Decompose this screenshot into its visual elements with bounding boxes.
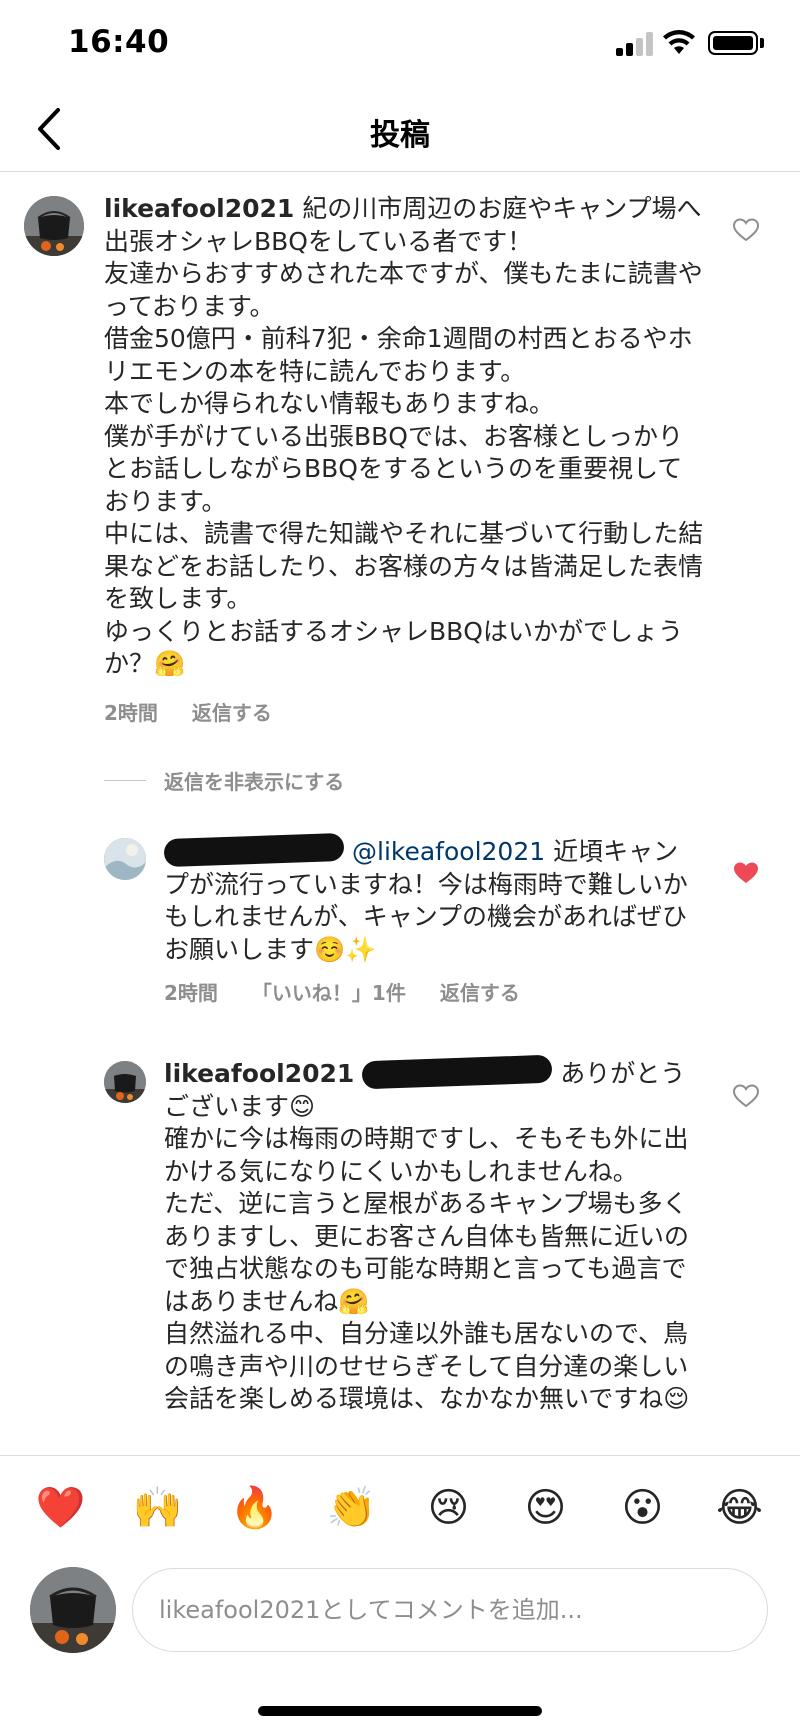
- comment-meta: 2時間 返信する: [104, 697, 272, 726]
- reply-body: likeafool2021 ありがとうございます😊 確かに今は梅雨の時期ですし、そ…: [164, 1054, 694, 1416]
- avatar[interactable]: [104, 1061, 146, 1103]
- emoji-surprised-button[interactable]: 😮: [613, 1485, 673, 1531]
- like-heart-icon[interactable]: [733, 218, 759, 242]
- page-title: 投稿: [370, 118, 430, 153]
- reply-body: @likeafool2021 近頃キャンプが流行っていますね！今は梅雨時で難しいか…: [163, 832, 694, 966]
- comment-paragraph: 借金50億円・前科7犯・余命1週間の村西とおるやホリエモンの本を特に読んでおりま…: [104, 324, 693, 386]
- emoji-clap-button[interactable]: 👏: [322, 1484, 382, 1531]
- status-bar: 16:40: [0, 0, 800, 88]
- status-time: 16:40: [68, 24, 170, 60]
- comment-paragraph: ただ、逆に言うと屋根があるキャンプ場も多くありますし、更にお客さん自体も皆無に近…: [164, 1189, 690, 1316]
- comment-meta: 2時間 「いいね！」1件 返信する: [164, 977, 520, 1006]
- liked-heart-icon[interactable]: [733, 861, 759, 885]
- wifi-icon: [663, 30, 695, 54]
- redacted-mention: [361, 1054, 553, 1090]
- avatar[interactable]: [104, 838, 146, 880]
- comment-body: likeafool2021 紀の川市周辺のお庭やキャンプ場へ出張オシャレBBQをし…: [104, 193, 704, 681]
- comment-time: 2時間: [164, 981, 218, 1005]
- comment-paragraph: 僕が手がけている出張BBQでは、お客様としっかりとお話ししながらBBQをするとい…: [104, 421, 683, 516]
- emoji-raised-hands-button[interactable]: 🙌: [128, 1484, 188, 1531]
- comment-paragraph: 確かに今は梅雨の時期ですし、そもそも外に出かける気になりにくいかもしれませんね。: [164, 1124, 689, 1186]
- comment-username[interactable]: likeafool2021: [104, 194, 294, 223]
- comment-composer: [0, 1558, 800, 1668]
- battery-tip: [760, 38, 764, 48]
- hide-replies-label: 返信を非表示にする: [164, 770, 345, 794]
- like-heart-icon[interactable]: [733, 1084, 759, 1108]
- battery-icon: [708, 31, 758, 55]
- emoji-heart-button[interactable]: ❤️: [31, 1484, 91, 1531]
- comment-paragraph: 本でしか得られない情報もありますね。: [104, 389, 555, 418]
- emoji-fire-button[interactable]: 🔥: [225, 1484, 285, 1531]
- comment-paragraph: ゆっくりとお話するオシャレBBQはいかがでしょうか？🤗: [104, 616, 683, 679]
- emoji-crying-button[interactable]: 😢: [419, 1485, 479, 1531]
- comment-time: 2時間: [104, 701, 158, 725]
- home-indicator[interactable]: [258, 1706, 542, 1716]
- emoji-reaction-bar: ❤️ 🙌 🔥 👏 😢 😍 😮 😂: [0, 1455, 800, 1559]
- likes-count[interactable]: 「いいね！」1件: [252, 977, 406, 1006]
- cellular-signal-icon: [616, 32, 654, 56]
- reply-button[interactable]: 返信する: [440, 977, 520, 1006]
- avatar[interactable]: [24, 196, 84, 256]
- comment-paragraph: 中には、読書で得た知識やそれに基づいて行動した結果などをお話したり、お客様の方々…: [104, 519, 704, 613]
- mention-link[interactable]: @likeafool2021: [352, 837, 545, 866]
- comment-input[interactable]: [132, 1568, 768, 1652]
- current-user-avatar: [30, 1567, 116, 1653]
- comment-paragraph: 友達からおすすめされた本ですが、僕もたまに読書やっております。: [104, 259, 703, 321]
- emoji-heart-eyes-button[interactable]: 😍: [516, 1485, 576, 1531]
- hide-replies-toggle[interactable]: 返信を非表示にする: [104, 766, 344, 795]
- comment-paragraph: 自然溢れる中、自分達以外誰も居ないので、鳥の鳴き声や川のせせらぎそして自分達の楽…: [164, 1319, 690, 1413]
- reply-button[interactable]: 返信する: [192, 697, 272, 726]
- nav-bar: 投稿: [0, 88, 800, 172]
- divider-line: [104, 780, 146, 781]
- emoji-laughing-button[interactable]: 😂: [710, 1485, 770, 1531]
- redacted-username: [163, 832, 345, 868]
- comment-username[interactable]: likeafool2021: [164, 1059, 354, 1088]
